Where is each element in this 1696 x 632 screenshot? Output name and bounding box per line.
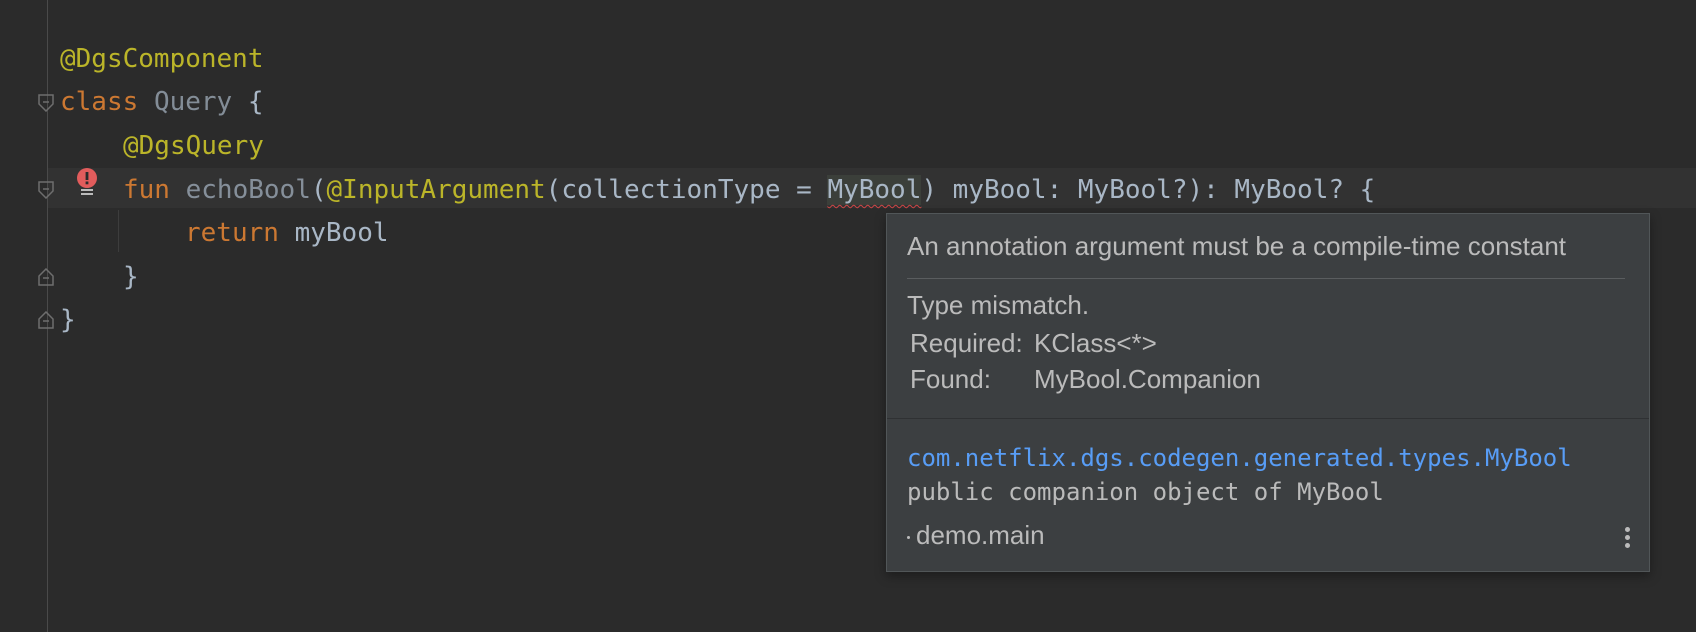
code-line-1[interactable]: @DgsComponent [60,39,264,79]
required-row: Required: KClass<*> [910,328,1157,359]
brace-token: { [247,87,264,117]
found-value: MyBool.Companion [1034,364,1261,394]
popup-divider [887,418,1649,419]
fold-end-icon[interactable] [38,311,54,329]
error-marker-icon[interactable] [76,168,98,198]
fully-qualified-name-link[interactable]: com.netflix.dgs.codegen.generated.types.… [907,444,1572,472]
keyword-token: return [185,218,279,248]
error-highlighted-token[interactable]: MyBool [827,175,922,205]
required-label: Required: [910,328,1023,358]
indent-guide [118,210,119,252]
annotation-token: @DgsQuery [123,131,264,161]
more-vertical-icon[interactable] [1621,524,1633,554]
identifier-token: myBool [294,218,389,248]
fold-toggle-icon[interactable] [38,181,54,199]
error-message: Type mismatch. [907,290,1090,320]
keyword-token: fun [123,175,170,205]
annotation-token: @DgsComponent [60,44,264,74]
code-line-3[interactable]: @DgsQuery [123,126,264,166]
argument-token: (collectionType = [545,175,828,205]
code-line-7[interactable]: } [60,300,76,340]
brace-token: } [123,262,139,292]
module-label: demo.main [916,520,1045,550]
paren-token: ( [310,175,327,205]
error-title: An annotation argument must be a compile… [907,214,1625,279]
found-row: Found: MyBool.Companion [910,364,1261,395]
declaration-text: public companion object of MyBool [907,478,1384,506]
brace-token: } [60,305,76,335]
code-line-2[interactable]: class Query { [60,82,264,122]
function-name-token: echoBool [185,175,311,205]
module-name: demo.main [907,520,1045,551]
fold-end-icon[interactable] [38,268,54,286]
keyword-token: class [60,87,139,117]
annotation-token: @InputArgument [326,175,546,205]
code-line-5[interactable]: return myBool [185,213,389,253]
code-line-6[interactable]: } [123,257,139,297]
signature-rest-token: ) myBool: MyBool?): MyBool? { [921,175,1376,205]
required-value: KClass<*> [1034,328,1157,358]
found-label: Found: [910,364,991,394]
error-tooltip-popup[interactable]: An annotation argument must be a compile… [886,213,1650,572]
fold-toggle-icon[interactable] [38,94,54,112]
class-name-token: Query [153,87,233,117]
module-icon [907,535,910,539]
code-line-4[interactable]: fun echoBool(@InputArgument(collectionTy… [123,170,1375,210]
